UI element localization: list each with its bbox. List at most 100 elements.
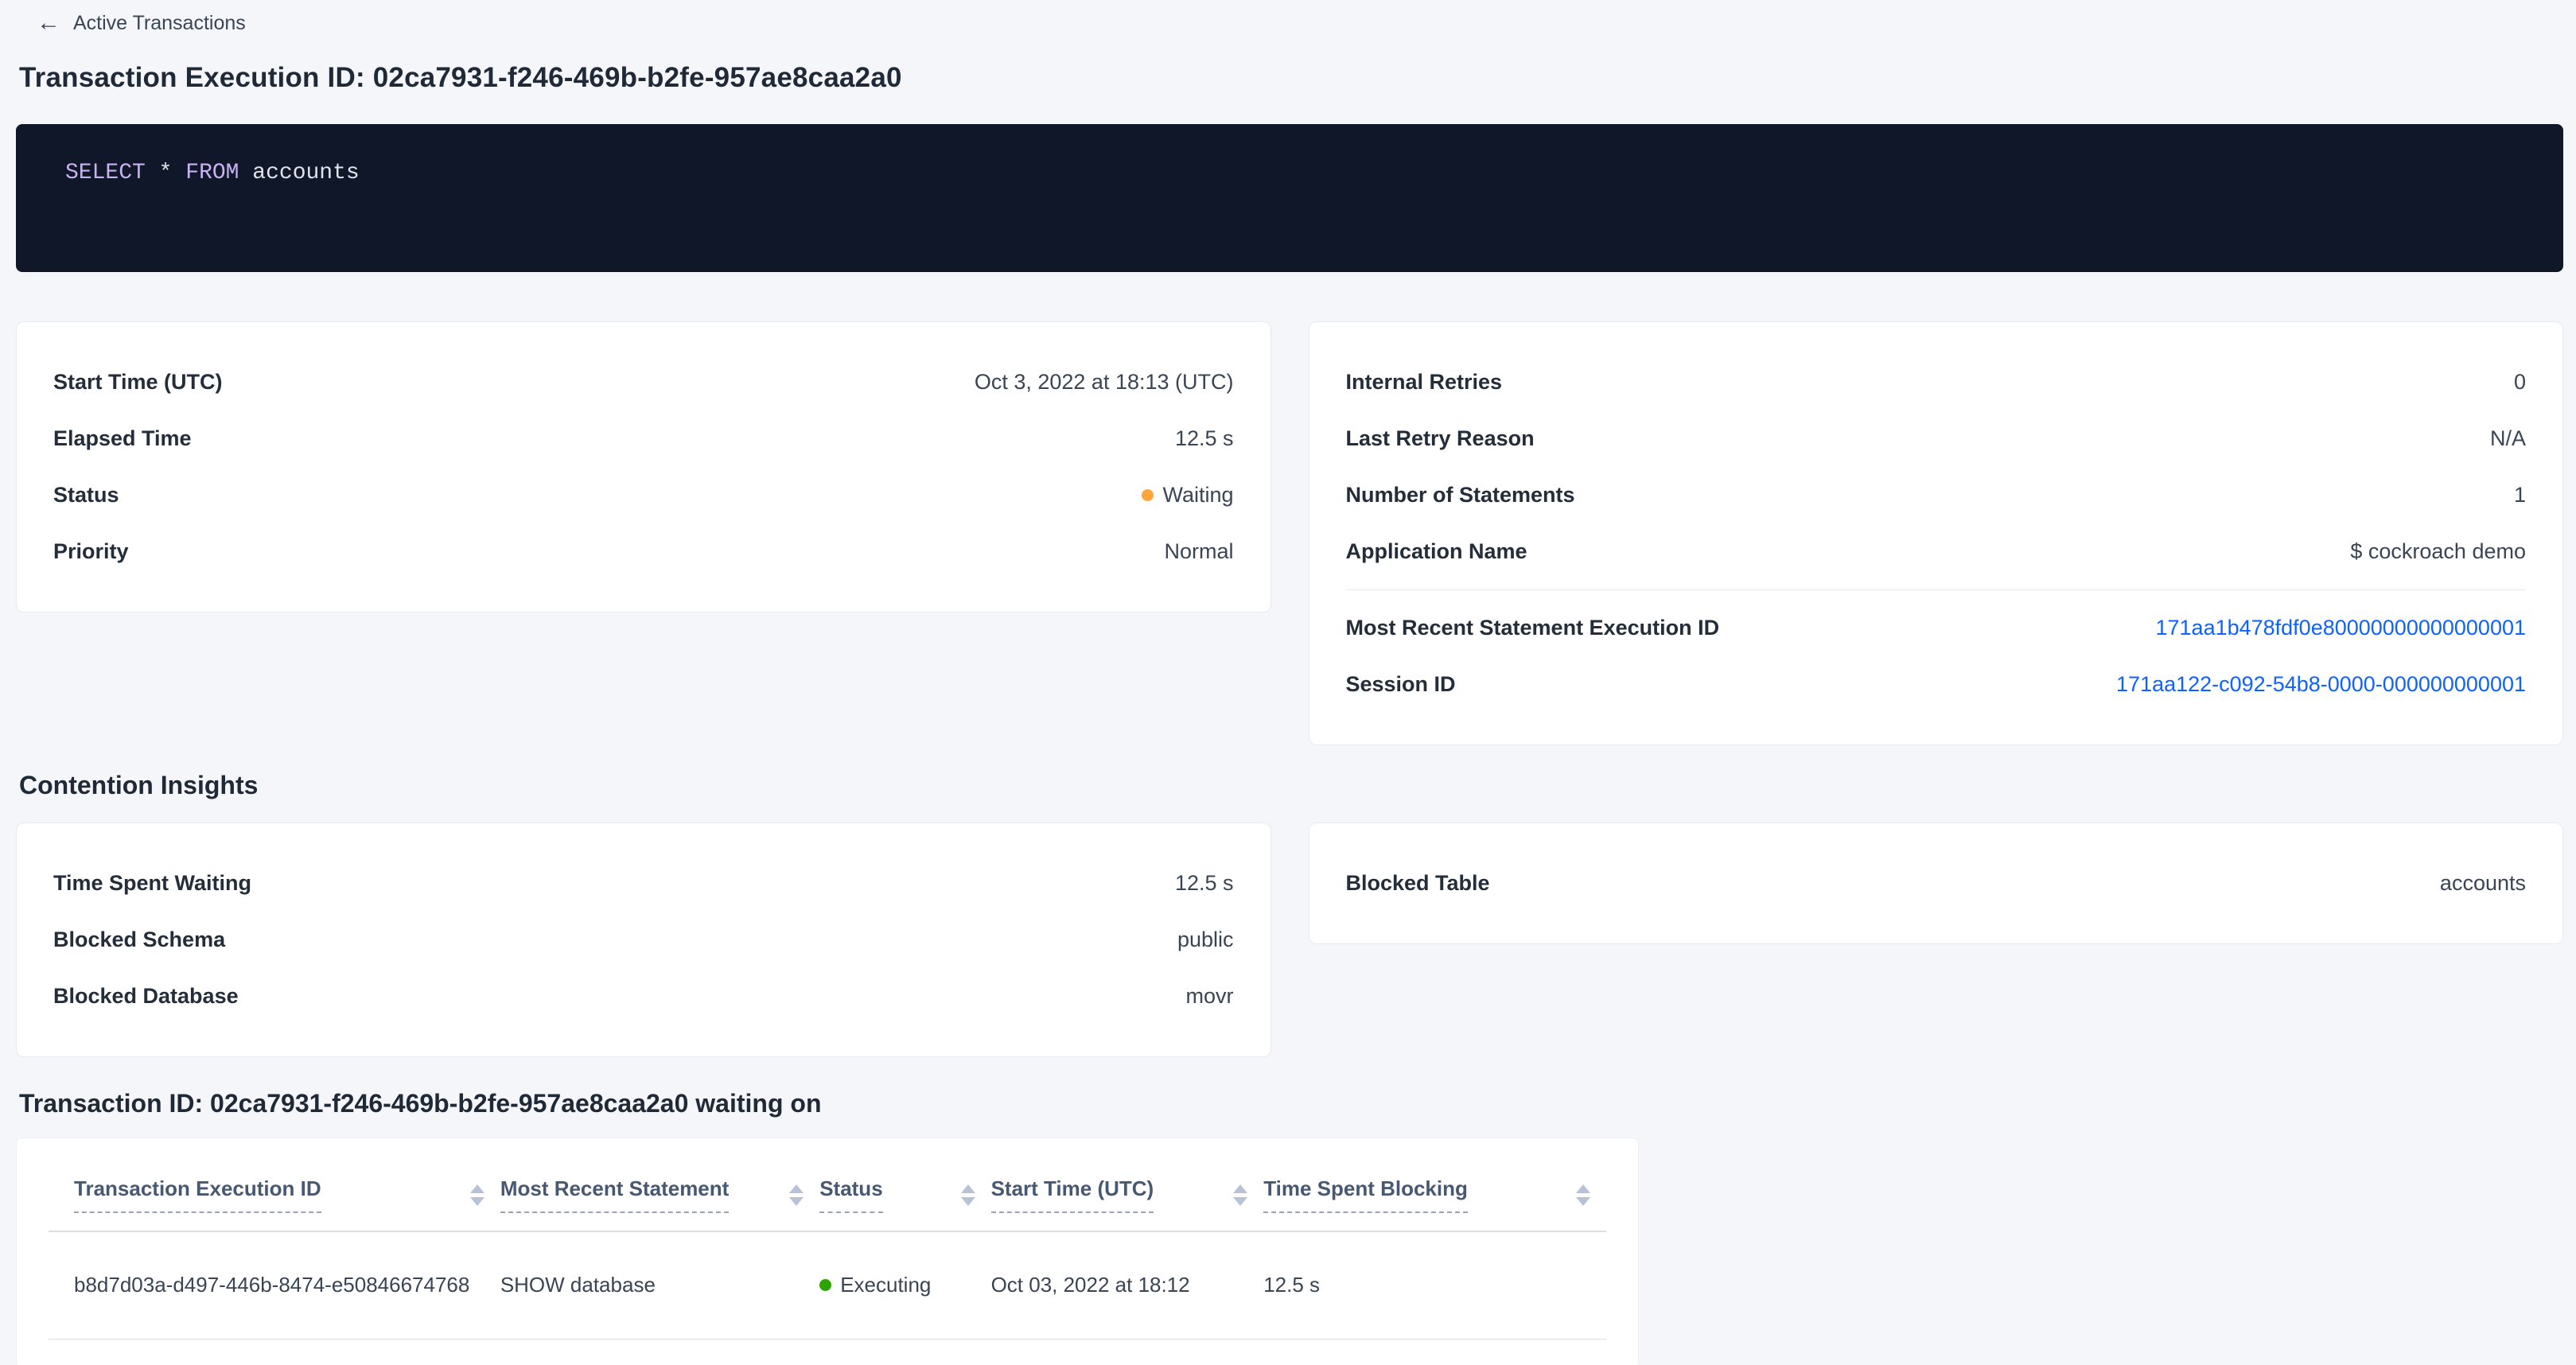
status-executing-dot-icon (819, 1279, 831, 1291)
sort-desc-icon (961, 1197, 975, 1206)
priority-value: Normal (1164, 539, 1233, 564)
statement-execution-id-row: Most Recent Statement Execution ID 171aa… (1346, 600, 2527, 656)
waiting-on-heading: Transaction ID: 02ca7931-f246-469b-b2fe-… (19, 1089, 2563, 1118)
sql-keyword-select: SELECT (65, 161, 146, 185)
cell-status-text: Executing (840, 1273, 931, 1297)
session-id-label: Session ID (1346, 672, 1456, 697)
blocked-schema-row: Blocked Schema public (53, 912, 1234, 968)
blocked-database-row: Blocked Database movr (53, 968, 1234, 1025)
application-name-row: Application Name $ cockroach demo (1346, 523, 2527, 580)
column-header-status: Status (819, 1149, 990, 1231)
sort-icon[interactable] (1576, 1184, 1590, 1206)
execution-summary-card: Start Time (UTC) Oct 3, 2022 at 18:13 (U… (16, 321, 1271, 612)
status-label: Status (53, 483, 119, 508)
sort-asc-icon (789, 1184, 804, 1193)
sort-asc-icon (470, 1184, 484, 1193)
column-header-most-recent-statement: Most Recent Statement (500, 1149, 819, 1231)
column-label-start-time[interactable]: Start Time (UTC) (991, 1176, 1154, 1213)
sql-statement-box: SELECT * FROM accounts (16, 124, 2563, 272)
number-of-statements-value: 1 (2514, 483, 2526, 508)
time-spent-waiting-label: Time Spent Waiting (53, 871, 251, 896)
back-arrow-icon: ← (37, 11, 60, 35)
sort-asc-icon (1233, 1184, 1247, 1193)
summary-cards-row: Start Time (UTC) Oct 3, 2022 at 18:13 (U… (16, 321, 2563, 745)
sql-table-name: accounts (252, 161, 359, 185)
internal-retries-label: Internal Retries (1346, 370, 1503, 395)
column-header-transaction-execution-id: Transaction Execution ID (49, 1149, 500, 1231)
priority-label: Priority (53, 539, 129, 564)
sort-icon[interactable] (961, 1184, 975, 1206)
sort-icon[interactable] (470, 1184, 484, 1206)
elapsed-time-value: 12.5 s (1175, 426, 1234, 451)
waiting-on-table-card: Transaction Execution ID Most Recent Sta… (16, 1138, 1639, 1365)
status-row: Status Waiting (53, 467, 1234, 523)
session-id-row: Session ID 171aa122-c092-54b8-0000-00000… (1346, 656, 2527, 713)
blocked-database-label: Blocked Database (53, 984, 239, 1009)
blocked-database-value: movr (1186, 984, 1234, 1009)
table-row: b8d7d03a-d497-446b-8474-e50846674768 SHO… (49, 1231, 1606, 1340)
blocked-table-value: accounts (2440, 871, 2526, 896)
sort-desc-icon (1233, 1197, 1247, 1206)
sort-asc-icon (961, 1184, 975, 1193)
back-link-label: Active Transactions (73, 12, 246, 35)
column-label-time-spent-blocking[interactable]: Time Spent Blocking (1263, 1176, 1468, 1213)
elapsed-time-label: Elapsed Time (53, 426, 192, 451)
sql-keyword-from: FROM (185, 161, 239, 185)
sort-icon[interactable] (789, 1184, 804, 1206)
sort-icon[interactable] (1233, 1184, 1247, 1206)
priority-row: Priority Normal (53, 523, 1234, 580)
transaction-details-page: ← Active Transactions Transaction Execut… (0, 0, 2576, 1365)
contention-cards-row: Time Spent Waiting 12.5 s Blocked Schema… (16, 822, 2563, 1057)
sort-desc-icon (470, 1197, 484, 1206)
internal-retries-value: 0 (2514, 370, 2526, 395)
elapsed-time-row: Elapsed Time 12.5 s (53, 410, 1234, 467)
cell-start-time: Oct 03, 2022 at 18:12 (991, 1231, 1264, 1340)
sort-asc-icon (1576, 1184, 1590, 1193)
column-header-time-spent-blocking: Time Spent Blocking (1263, 1149, 1606, 1231)
column-label-status[interactable]: Status (819, 1176, 882, 1213)
waiting-on-table: Transaction Execution ID Most Recent Sta… (49, 1149, 1606, 1340)
sql-statement: SELECT * FROM accounts (65, 159, 2514, 188)
statement-execution-id-label: Most Recent Statement Execution ID (1346, 616, 1720, 640)
cell-most-recent-statement: SHOW database (500, 1231, 819, 1340)
number-of-statements-row: Number of Statements 1 (1346, 467, 2527, 523)
start-time-row: Start Time (UTC) Oct 3, 2022 at 18:13 (U… (53, 354, 1234, 410)
page-title: Transaction Execution ID: 02ca7931-f246-… (19, 62, 2563, 94)
blocked-schema-value: public (1177, 928, 1234, 952)
status-value: Waiting (1142, 483, 1233, 508)
sql-star: * (159, 161, 173, 185)
contention-right-card: Blocked Table accounts (1309, 822, 2564, 944)
contention-insights-heading: Contention Insights (19, 771, 2563, 800)
sort-desc-icon (789, 1197, 804, 1206)
session-id-link[interactable]: 171aa122-c092-54b8-0000-000000000001 (2116, 672, 2526, 697)
cell-time-spent-blocking: 12.5 s (1263, 1231, 1606, 1340)
last-retry-reason-row: Last Retry Reason N/A (1346, 410, 2527, 467)
number-of-statements-label: Number of Statements (1346, 483, 1575, 508)
last-retry-reason-value: N/A (2490, 426, 2526, 451)
table-header-row: Transaction Execution ID Most Recent Sta… (49, 1149, 1606, 1231)
time-spent-waiting-row: Time Spent Waiting 12.5 s (53, 855, 1234, 912)
execution-details-card: Internal Retries 0 Last Retry Reason N/A… (1309, 321, 2564, 745)
blocked-schema-label: Blocked Schema (53, 928, 225, 952)
cell-transaction-execution-id: b8d7d03a-d497-446b-8474-e50846674768 (49, 1231, 500, 1340)
application-name-label: Application Name (1346, 539, 1527, 564)
status-waiting-dot-icon (1142, 489, 1154, 501)
column-label-transaction-execution-id[interactable]: Transaction Execution ID (74, 1176, 321, 1213)
column-header-start-time: Start Time (UTC) (991, 1149, 1264, 1231)
start-time-label: Start Time (UTC) (53, 370, 223, 395)
sort-desc-icon (1576, 1197, 1590, 1206)
last-retry-reason-label: Last Retry Reason (1346, 426, 1535, 451)
blocked-table-row: Blocked Table accounts (1346, 855, 2527, 912)
internal-retries-row: Internal Retries 0 (1346, 354, 2527, 410)
card-divider (1346, 589, 2527, 590)
status-value-text: Waiting (1162, 483, 1233, 508)
time-spent-waiting-value: 12.5 s (1175, 871, 1234, 896)
statement-execution-id-link[interactable]: 171aa1b478fdf0e80000000000000001 (2156, 616, 2527, 640)
back-link[interactable]: ← Active Transactions (37, 11, 246, 35)
column-label-most-recent-statement[interactable]: Most Recent Statement (500, 1176, 730, 1213)
start-time-value: Oct 3, 2022 at 18:13 (UTC) (975, 370, 1234, 395)
cell-status: Executing (819, 1231, 990, 1340)
blocked-table-label: Blocked Table (1346, 871, 1490, 896)
application-name-value: $ cockroach demo (2350, 539, 2526, 564)
contention-left-card: Time Spent Waiting 12.5 s Blocked Schema… (16, 822, 1271, 1057)
